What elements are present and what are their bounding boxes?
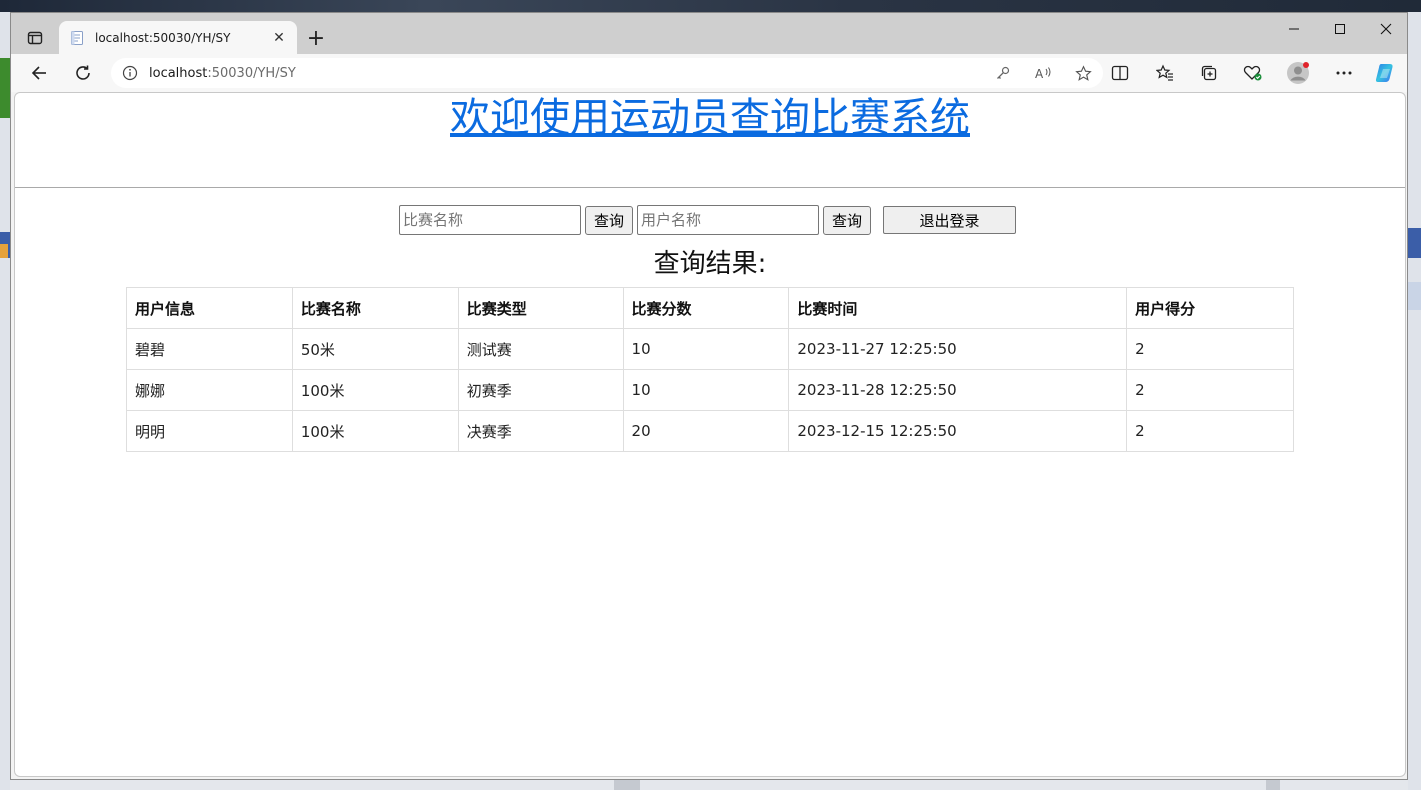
browser-window: localhost:50030/YH/SY ✕ + localhost:5003… (10, 12, 1408, 780)
url-path: :50030/YH/SY (207, 65, 296, 81)
page-viewport: 欢迎使用运动员查询比赛系统 查询 查询 退出登录 查询结果: 用户信息 比赛名称… (14, 92, 1406, 777)
table-cell: 2 (1126, 328, 1294, 370)
browser-toolbar: localhost:50030/YH/SY A (11, 54, 1407, 92)
divider (15, 187, 1405, 188)
profile-avatar-icon[interactable] (1281, 58, 1315, 88)
new-tab-icon[interactable]: + (303, 25, 329, 51)
active-tab[interactable]: localhost:50030/YH/SY ✕ (59, 21, 297, 54)
collections-icon[interactable] (1192, 58, 1226, 88)
table-cell: 10 (622, 328, 790, 370)
table-row: 明明 100米 决赛季 20 2023-12-15 12:25:50 2 (126, 410, 1294, 452)
split-screen-icon[interactable] (1103, 58, 1137, 88)
close-window-icon[interactable] (1363, 13, 1409, 45)
url-text: localhost:50030/YH/SY (149, 66, 983, 81)
column-header: 比赛名称 (291, 287, 459, 329)
table-cell: 10 (622, 369, 790, 411)
table-cell: 初赛季 (457, 369, 624, 411)
table-cell: 测试赛 (457, 328, 624, 370)
column-header: 用户信息 (126, 287, 293, 329)
page-title: 欢迎使用运动员查询比赛系统 (15, 93, 1405, 143)
logout-button[interactable]: 退出登录 (883, 206, 1017, 234)
table-cell: 2 (1126, 369, 1294, 411)
maximize-icon[interactable] (1317, 13, 1363, 45)
background-window-bottom (10, 780, 1408, 790)
table-cell: 50米 (291, 328, 459, 370)
query-match-button[interactable]: 查询 (585, 205, 634, 235)
table-cell: 明明 (126, 410, 293, 452)
page-favicon-icon (69, 30, 85, 46)
tab-actions-icon[interactable] (19, 25, 51, 51)
tab-title: localhost:50030/YH/SY (95, 30, 231, 45)
read-aloud-icon[interactable]: A (1023, 65, 1063, 81)
table-cell: 2023-11-28 12:25:50 (788, 369, 1128, 411)
back-arrow-icon[interactable] (23, 58, 55, 88)
table-cell: 100米 (291, 410, 459, 452)
column-header: 比赛类型 (457, 287, 624, 329)
table-cell: 娜娜 (126, 369, 293, 411)
minimize-icon[interactable] (1271, 13, 1317, 45)
browser-essentials-icon[interactable] (1236, 58, 1270, 88)
column-header: 比赛时间 (788, 287, 1128, 329)
svg-text:A: A (1035, 67, 1044, 81)
user-name-input[interactable] (637, 205, 820, 235)
table-cell: 决赛季 (457, 410, 624, 452)
address-bar[interactable]: localhost:50030/YH/SY A (111, 58, 1103, 88)
table-cell: 100米 (291, 369, 459, 411)
background-window-left (0, 12, 10, 790)
table-cell: 20 (622, 410, 790, 452)
background-window-right (1408, 12, 1421, 790)
table-cell: 2 (1126, 410, 1294, 452)
match-name-input[interactable] (399, 205, 581, 235)
url-host: localhost (149, 65, 208, 81)
more-options-icon[interactable] (1327, 58, 1361, 88)
query-user-button[interactable]: 查询 (823, 205, 872, 235)
results-table: 用户信息 比赛名称 比赛类型 比赛分数 比赛时间 用户得分 碧碧 50米 测试赛… (126, 287, 1294, 452)
page-title-link[interactable]: 欢迎使用运动员查询比赛系统 (450, 95, 970, 141)
table-cell: 碧碧 (126, 328, 293, 370)
site-info-icon[interactable] (111, 65, 149, 81)
copilot-icon[interactable] (1369, 58, 1403, 88)
table-cell: 2023-12-15 12:25:50 (788, 410, 1128, 452)
favorite-star-icon[interactable] (1063, 64, 1103, 82)
search-bar: 查询 查询 退出登录 (399, 205, 1017, 235)
desktop-wallpaper (0, 0, 1421, 12)
column-header: 用户得分 (1126, 287, 1294, 329)
table-row: 碧碧 50米 测试赛 10 2023-11-27 12:25:50 2 (126, 328, 1294, 370)
password-key-icon[interactable] (983, 65, 1023, 81)
table-cell: 2023-11-27 12:25:50 (788, 328, 1128, 370)
close-tab-icon[interactable]: ✕ (271, 30, 287, 46)
table-row: 娜娜 100米 初赛季 10 2023-11-28 12:25:50 2 (126, 369, 1294, 411)
table-header-row: 用户信息 比赛名称 比赛类型 比赛分数 比赛时间 用户得分 (126, 287, 1294, 329)
tab-strip: localhost:50030/YH/SY ✕ + (11, 13, 1407, 54)
result-heading: 查询结果: (653, 249, 767, 279)
refresh-icon[interactable] (67, 58, 99, 88)
favorites-icon[interactable] (1148, 58, 1182, 88)
column-header: 比赛分数 (622, 287, 790, 329)
